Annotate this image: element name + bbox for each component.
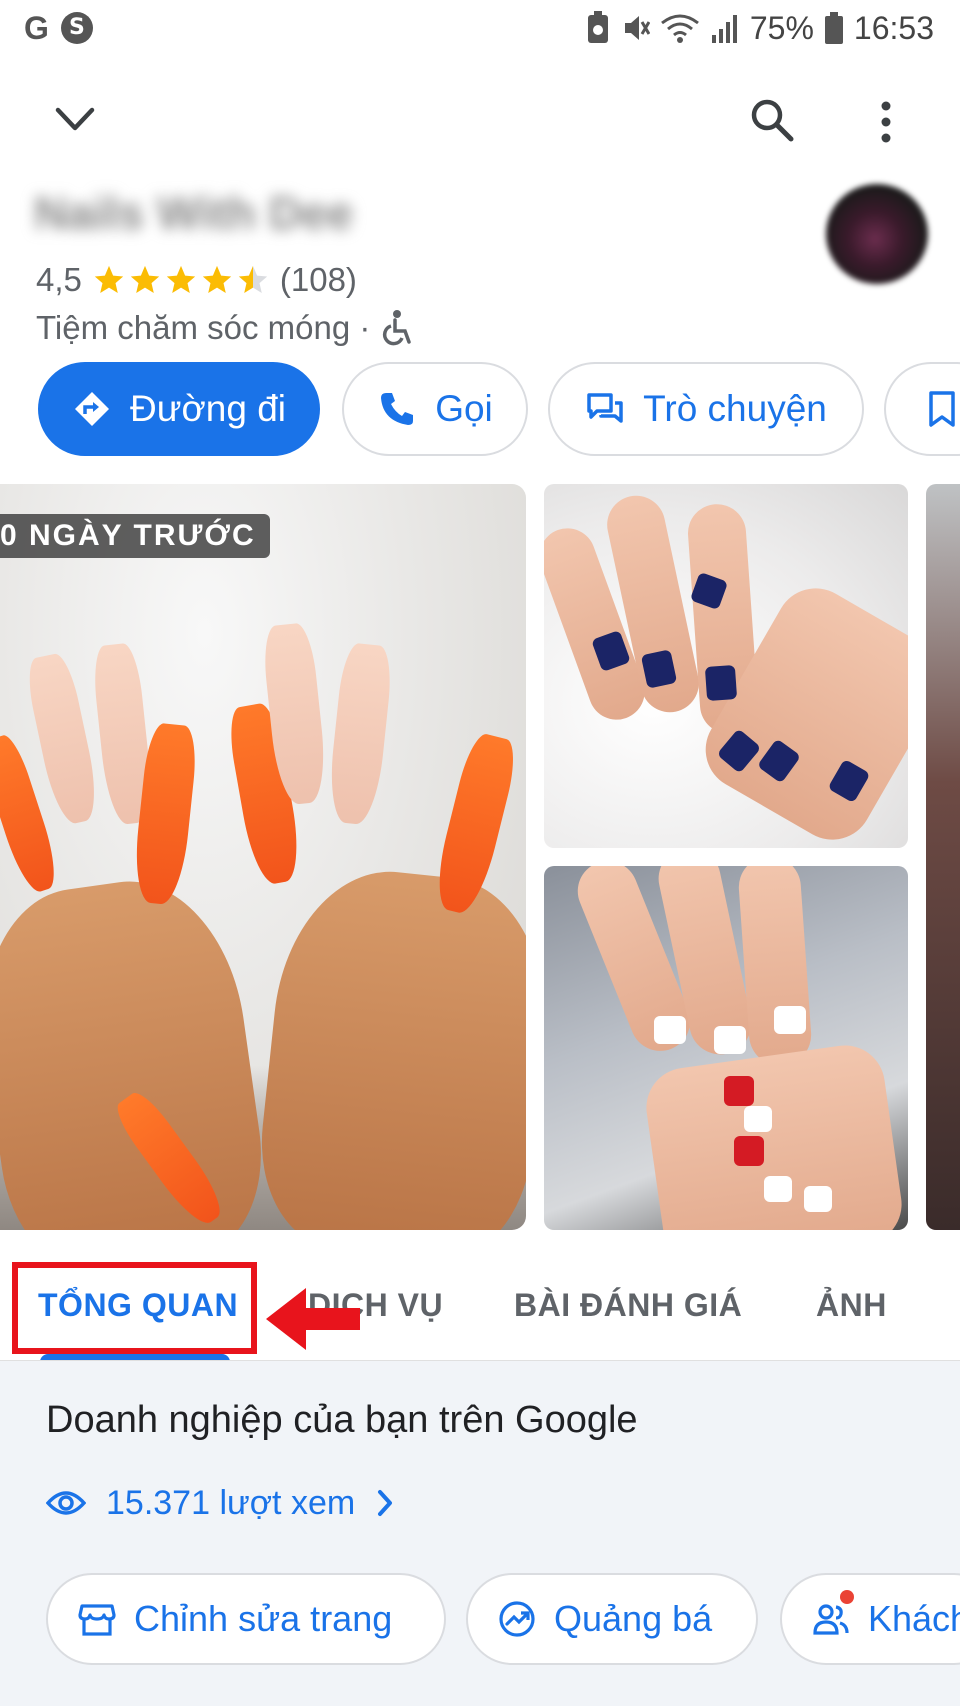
promote-button[interactable]: Quảng bá: [466, 1573, 758, 1665]
directions-icon: [75, 392, 109, 426]
battery-icon: [824, 12, 843, 44]
call-button[interactable]: Gọi: [342, 362, 528, 456]
notification-dot: [840, 1590, 854, 1604]
promote-label: Quảng bá: [554, 1598, 713, 1639]
more-vert-icon[interactable]: [868, 98, 904, 146]
bookmark-icon: [929, 391, 955, 427]
rating-row[interactable]: 4,5 (108): [36, 258, 357, 302]
chevron-right-icon: [378, 1490, 393, 1516]
customers-label: Khách: [868, 1598, 960, 1639]
call-label: Gọi: [435, 388, 493, 429]
sync-app-icon: S: [60, 12, 93, 44]
review-count: (108): [279, 261, 357, 298]
business-name: Nails With Dee: [34, 187, 354, 239]
photo-date-badge: 0 NGÀY TRƯỚC: [0, 514, 270, 558]
edit-profile-label: Chỉnh sửa trang: [134, 1598, 393, 1639]
trending-up-icon: [499, 1601, 535, 1637]
card-title: Doanh nghiệp của bạn trên Google: [46, 1399, 638, 1441]
star-icon: [130, 265, 160, 294]
clock: 16:53: [853, 10, 934, 46]
business-profile-card: Doanh nghiệp của bạn trên Google 15.371 …: [0, 1360, 960, 1706]
business-category: Tiệm chăm sóc móng ·: [36, 309, 371, 346]
photo-thumbnail[interactable]: [544, 866, 908, 1230]
search-icon[interactable]: [748, 96, 796, 144]
mute-icon: [624, 16, 650, 40]
tab-photos[interactable]: ẢNH: [816, 1262, 887, 1348]
chevron-down-icon[interactable]: [50, 98, 100, 142]
phone-icon: [381, 393, 414, 425]
photo-thumbnail[interactable]: [926, 484, 960, 1230]
wheelchair-accessible-icon: [383, 310, 412, 346]
customers-button[interactable]: Khách: [780, 1573, 960, 1665]
views-count: 15.371 lượt xem: [106, 1483, 356, 1522]
edit-profile-button[interactable]: Chỉnh sửa trang: [46, 1573, 446, 1665]
save-button[interactable]: [884, 362, 960, 456]
main-photo[interactable]: [0, 484, 526, 1230]
chat-icon: [587, 393, 623, 423]
rating-value: 4,5: [36, 261, 82, 298]
chat-label: Trò chuyện: [643, 388, 827, 429]
chat-button[interactable]: Trò chuyện: [548, 362, 864, 456]
signal-icon: [711, 15, 737, 43]
status-bar: G S 75% 16:53: [0, 0, 960, 60]
directions-button[interactable]: Đường đi: [38, 362, 320, 456]
recycle-battery-icon: [587, 11, 608, 43]
star-rating: [92, 262, 270, 298]
views-link[interactable]: 15.371 lượt xem: [46, 1479, 395, 1527]
directions-label: Đường đi: [130, 388, 286, 429]
tab-reviews[interactable]: BÀI ĐÁNH GIÁ: [514, 1262, 742, 1348]
storefront-icon: [78, 1604, 116, 1636]
category-row: Tiệm chăm sóc móng ·: [36, 306, 412, 350]
avatar[interactable]: [826, 184, 928, 284]
half-star-icon: [238, 265, 268, 294]
star-icon: [94, 265, 124, 294]
people-icon: [813, 1604, 849, 1635]
star-icon: [166, 265, 196, 294]
google-app-icon: G: [24, 10, 49, 46]
eye-icon: [46, 1491, 86, 1515]
annotation-arrow-icon: [266, 1288, 360, 1350]
battery-percent: 75%: [749, 10, 814, 46]
annotation-highlight-box: [12, 1262, 257, 1354]
photo-thumbnail[interactable]: [544, 484, 908, 848]
star-icon: [202, 265, 232, 294]
top-app-bar: [0, 80, 960, 160]
wifi-icon: [660, 14, 699, 43]
